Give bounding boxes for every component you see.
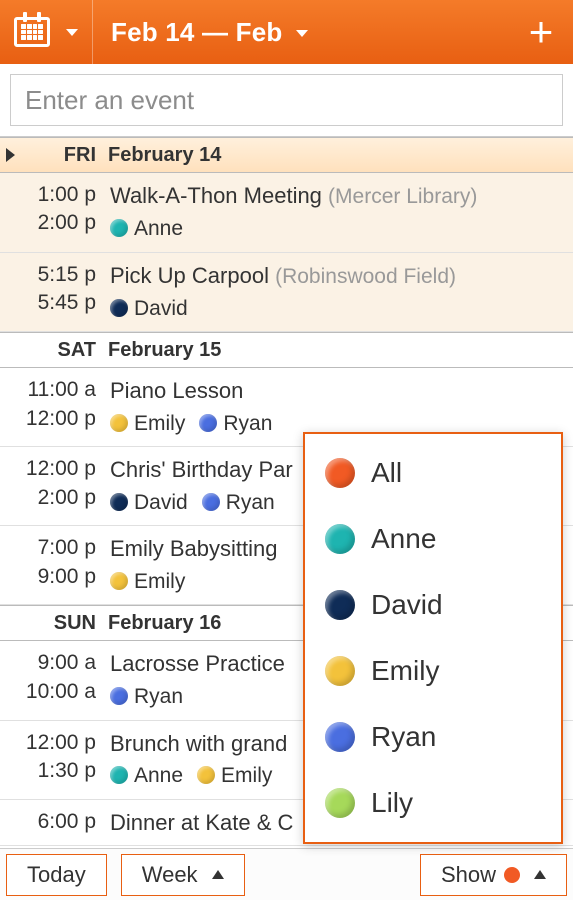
person-tag: Ryan <box>199 410 272 438</box>
person-tag: Ryan <box>110 683 183 711</box>
filter-option-lily[interactable]: Lily <box>305 770 561 836</box>
event-title: Pick Up Carpool <box>110 263 269 288</box>
week-button[interactable]: Week <box>121 854 245 896</box>
person-color-dot <box>202 493 220 511</box>
event-people: Anne <box>110 213 573 243</box>
event-title: Walk-A-Thon Meeting <box>110 183 322 208</box>
date-range-picker[interactable]: Feb 14 — Feb <box>93 17 513 48</box>
event-title: Emily Babysitting <box>110 536 278 561</box>
filter-option-all[interactable]: All <box>305 440 561 506</box>
calendar-icon <box>14 17 50 47</box>
filter-option-david[interactable]: David <box>305 572 561 638</box>
person-tag: David <box>110 295 188 323</box>
show-filter-button[interactable]: Show <box>420 854 567 896</box>
event-title: Dinner at Kate & C <box>110 810 293 835</box>
event-body: Pick Up Carpool (Robinswood Field) David <box>110 261 573 324</box>
day-of-week: SAT <box>20 339 108 362</box>
filter-option-label: Ryan <box>371 721 436 753</box>
event-time: 11:00 a12:00 p <box>0 376 110 438</box>
person-tag: Anne <box>110 215 183 243</box>
chevron-up-icon <box>534 870 546 879</box>
event-time: 7:00 p9:00 p <box>0 534 110 596</box>
person-color-dot <box>110 493 128 511</box>
event-title: Lacrosse Practice <box>110 651 285 676</box>
bottom-toolbar: Today Week Show <box>0 848 573 900</box>
person-color-dot <box>197 766 215 784</box>
person-color-dot <box>110 572 128 590</box>
filter-color-dot <box>504 867 520 883</box>
day-of-week: FRI <box>20 144 108 167</box>
filter-option-label: Anne <box>371 523 436 555</box>
event-body: Piano Lesson Emily Ryan <box>110 376 573 438</box>
person-color-dot <box>110 219 128 237</box>
person-color-dot <box>199 414 217 432</box>
event-time: 12:00 p2:00 p <box>0 455 110 517</box>
show-label: Show <box>441 862 496 888</box>
event-title: Piano Lesson <box>110 378 243 403</box>
filter-option-label: Emily <box>371 655 439 687</box>
person-color-dot <box>110 299 128 317</box>
chevron-up-icon <box>212 870 224 879</box>
chevron-down-icon <box>296 30 308 37</box>
event-input[interactable] <box>10 74 563 126</box>
filter-option-label: All <box>371 457 402 489</box>
filter-option-anne[interactable]: Anne <box>305 506 561 572</box>
day-date: February 14 <box>108 144 573 167</box>
filter-option-emily[interactable]: Emily <box>305 638 561 704</box>
person-tag: David <box>110 489 188 517</box>
event-body: Walk-A-Thon Meeting (Mercer Library) Anne <box>110 181 573 244</box>
filter-option-label: Lily <box>371 787 413 819</box>
person-color-dot <box>110 766 128 784</box>
filter-option-ryan[interactable]: Ryan <box>305 704 561 770</box>
event-title: Brunch with grand <box>110 731 287 756</box>
event-location: (Robinswood Field) <box>275 265 456 288</box>
event-people: David <box>110 293 573 323</box>
day-date: February 15 <box>108 339 573 362</box>
person-color-dot <box>325 722 355 752</box>
event-input-wrap <box>0 64 573 137</box>
plus-icon: + <box>529 8 554 56</box>
today-button[interactable]: Today <box>6 854 107 896</box>
person-tag: Anne <box>110 762 183 790</box>
event-time: 5:15 p5:45 p <box>0 261 110 324</box>
event-title: Chris' Birthday Par <box>110 457 293 482</box>
day-header: FRIFebruary 14 <box>0 137 573 173</box>
person-tag: Emily <box>197 762 272 790</box>
date-range-label: Feb 14 — Feb <box>111 17 282 47</box>
today-label: Today <box>27 862 86 888</box>
current-day-arrow-icon <box>6 148 15 162</box>
week-label: Week <box>142 862 198 888</box>
person-color-dot <box>325 656 355 686</box>
event-location: (Mercer Library) <box>328 185 477 208</box>
event-time: 6:00 p <box>0 808 110 838</box>
event-row[interactable]: 1:00 p2:00 pWalk-A-Thon Meeting (Mercer … <box>0 173 573 253</box>
person-color-dot <box>325 524 355 554</box>
person-tag: Emily <box>110 568 185 596</box>
person-color-dot <box>325 788 355 818</box>
event-row[interactable]: 5:15 p5:45 pPick Up Carpool (Robinswood … <box>0 253 573 333</box>
filter-option-label: David <box>371 589 443 621</box>
person-tag: Ryan <box>202 489 275 517</box>
event-time: 1:00 p2:00 p <box>0 181 110 244</box>
add-event-button[interactable]: + <box>513 0 569 64</box>
event-time: 9:00 a10:00 a <box>0 649 110 711</box>
person-color-dot <box>110 687 128 705</box>
chevron-down-icon <box>66 29 78 36</box>
person-filter-popup: All Anne David Emily Ryan Lily <box>303 432 563 844</box>
app-header: Feb 14 — Feb + <box>0 0 573 64</box>
person-color-dot <box>110 414 128 432</box>
day-of-week: SUN <box>20 612 108 635</box>
view-switcher[interactable] <box>4 0 93 64</box>
person-tag: Emily <box>110 410 185 438</box>
event-time: 12:00 p1:30 p <box>0 729 110 791</box>
person-color-dot <box>325 590 355 620</box>
day-header: SATFebruary 15 <box>0 332 573 368</box>
person-color-dot <box>325 458 355 488</box>
